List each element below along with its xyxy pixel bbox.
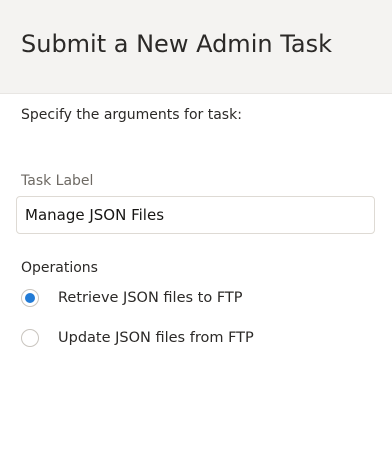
radio-option-update[interactable]: Update JSON files from FTP [21,325,254,351]
task-label-input[interactable] [16,196,375,234]
radio-button-retrieve[interactable] [21,289,39,307]
task-label-label: Task Label [21,173,94,189]
instruction-text: Specify the arguments for task: [21,107,242,123]
operations-label: Operations [21,260,98,276]
dialog-title: Submit a New Admin Task [21,30,332,58]
admin-task-dialog: Submit a New Admin Task Specify the argu… [0,0,392,456]
radio-label-retrieve: Retrieve JSON files to FTP [58,290,243,306]
radio-option-retrieve[interactable]: Retrieve JSON files to FTP [21,285,243,311]
radio-label-update: Update JSON files from FTP [58,330,254,346]
dialog-header: Submit a New Admin Task [0,0,392,94]
radio-button-update[interactable] [21,329,39,347]
